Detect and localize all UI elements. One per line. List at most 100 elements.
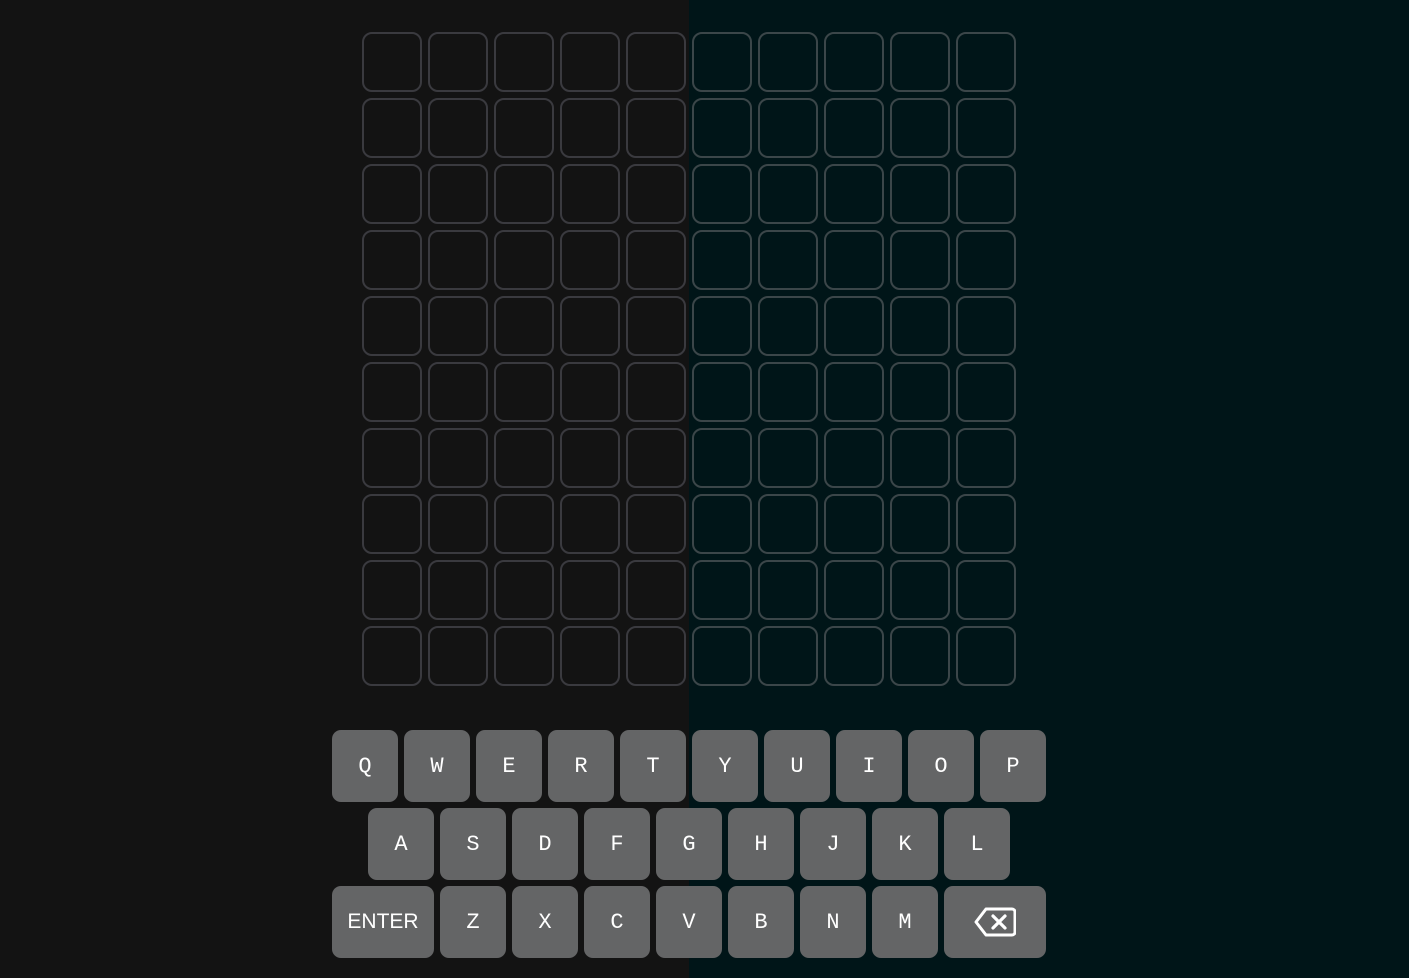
grid-tile bbox=[890, 296, 950, 356]
grid-tile bbox=[560, 362, 620, 422]
grid-tile bbox=[494, 626, 554, 686]
grid-tile bbox=[758, 296, 818, 356]
grid-tile bbox=[626, 98, 686, 158]
grid-tile bbox=[890, 362, 950, 422]
grid-tile bbox=[428, 362, 488, 422]
key-e[interactable]: E bbox=[476, 730, 542, 802]
key-q[interactable]: Q bbox=[332, 730, 398, 802]
key-u[interactable]: U bbox=[764, 730, 830, 802]
grid-tile bbox=[362, 626, 422, 686]
grid-tile bbox=[560, 230, 620, 290]
grid-tile bbox=[494, 428, 554, 488]
grid-tile bbox=[758, 626, 818, 686]
backspace-key[interactable] bbox=[944, 886, 1046, 958]
grid-tile bbox=[692, 428, 752, 488]
key-b[interactable]: B bbox=[728, 886, 794, 958]
grid-tile bbox=[428, 428, 488, 488]
key-h[interactable]: H bbox=[728, 808, 794, 880]
grid-tile bbox=[428, 164, 488, 224]
grid-tile bbox=[428, 32, 488, 92]
enter-key[interactable]: ENTER bbox=[332, 886, 434, 958]
keyboard-row-1: QWERTYUIOP bbox=[332, 730, 1046, 802]
grid-tile bbox=[824, 494, 884, 554]
grid-tile bbox=[824, 32, 884, 92]
key-f[interactable]: F bbox=[584, 808, 650, 880]
grid-tile bbox=[494, 362, 554, 422]
grid-tile bbox=[692, 230, 752, 290]
grid-tile bbox=[428, 98, 488, 158]
grid-tile bbox=[362, 164, 422, 224]
grid-tile bbox=[560, 494, 620, 554]
grid-tile bbox=[626, 560, 686, 620]
key-t[interactable]: T bbox=[620, 730, 686, 802]
grid-tile bbox=[626, 626, 686, 686]
grid-tile bbox=[560, 32, 620, 92]
grid-tile bbox=[758, 98, 818, 158]
grid-tile bbox=[956, 230, 1016, 290]
grid-tile bbox=[956, 494, 1016, 554]
key-v[interactable]: V bbox=[656, 886, 722, 958]
key-m[interactable]: M bbox=[872, 886, 938, 958]
grid-tile bbox=[956, 164, 1016, 224]
grid-tile bbox=[824, 428, 884, 488]
grid-tile bbox=[362, 362, 422, 422]
grid-tile bbox=[428, 230, 488, 290]
grid-tile bbox=[494, 494, 554, 554]
grid-tile bbox=[362, 494, 422, 554]
grid-tile bbox=[824, 626, 884, 686]
key-i[interactable]: I bbox=[836, 730, 902, 802]
key-g[interactable]: G bbox=[656, 808, 722, 880]
grid-tile bbox=[692, 494, 752, 554]
grid-tile bbox=[692, 164, 752, 224]
grid-tile bbox=[626, 362, 686, 422]
key-w[interactable]: W bbox=[404, 730, 470, 802]
grid-tile bbox=[956, 362, 1016, 422]
grid-tile bbox=[362, 428, 422, 488]
grid-tile bbox=[890, 494, 950, 554]
grid-tile bbox=[758, 560, 818, 620]
key-s[interactable]: S bbox=[440, 808, 506, 880]
grid-tile bbox=[890, 32, 950, 92]
key-l[interactable]: L bbox=[944, 808, 1010, 880]
grid-tile bbox=[692, 560, 752, 620]
grid-tile bbox=[824, 560, 884, 620]
key-y[interactable]: Y bbox=[692, 730, 758, 802]
key-d[interactable]: D bbox=[512, 808, 578, 880]
key-o[interactable]: O bbox=[908, 730, 974, 802]
grid-tile bbox=[428, 560, 488, 620]
grid-tile bbox=[824, 164, 884, 224]
key-z[interactable]: Z bbox=[440, 886, 506, 958]
grid-tile bbox=[692, 32, 752, 92]
grid-tile bbox=[494, 32, 554, 92]
grid-tile bbox=[758, 428, 818, 488]
grid-tile bbox=[362, 32, 422, 92]
grid-tile bbox=[494, 164, 554, 224]
key-j[interactable]: J bbox=[800, 808, 866, 880]
grid-tile bbox=[362, 230, 422, 290]
grid-tile bbox=[956, 560, 1016, 620]
grid-tile bbox=[890, 230, 950, 290]
grid-tile bbox=[626, 296, 686, 356]
key-c[interactable]: C bbox=[584, 886, 650, 958]
grid-tile bbox=[494, 98, 554, 158]
grid-tile bbox=[956, 98, 1016, 158]
grid-tile bbox=[758, 494, 818, 554]
key-r[interactable]: R bbox=[548, 730, 614, 802]
grid-tile bbox=[890, 98, 950, 158]
grid-tile bbox=[560, 560, 620, 620]
key-x[interactable]: X bbox=[512, 886, 578, 958]
key-a[interactable]: A bbox=[368, 808, 434, 880]
key-k[interactable]: K bbox=[872, 808, 938, 880]
backspace-icon bbox=[974, 906, 1016, 938]
key-p[interactable]: P bbox=[980, 730, 1046, 802]
key-n[interactable]: N bbox=[800, 886, 866, 958]
grid-tile bbox=[758, 164, 818, 224]
grid-tile bbox=[758, 362, 818, 422]
grid-tile bbox=[626, 494, 686, 554]
grid-tile bbox=[560, 164, 620, 224]
grid-tile bbox=[494, 560, 554, 620]
grid-tile bbox=[560, 98, 620, 158]
grid-tile bbox=[890, 626, 950, 686]
grid-tile bbox=[758, 230, 818, 290]
grid-tile bbox=[692, 98, 752, 158]
